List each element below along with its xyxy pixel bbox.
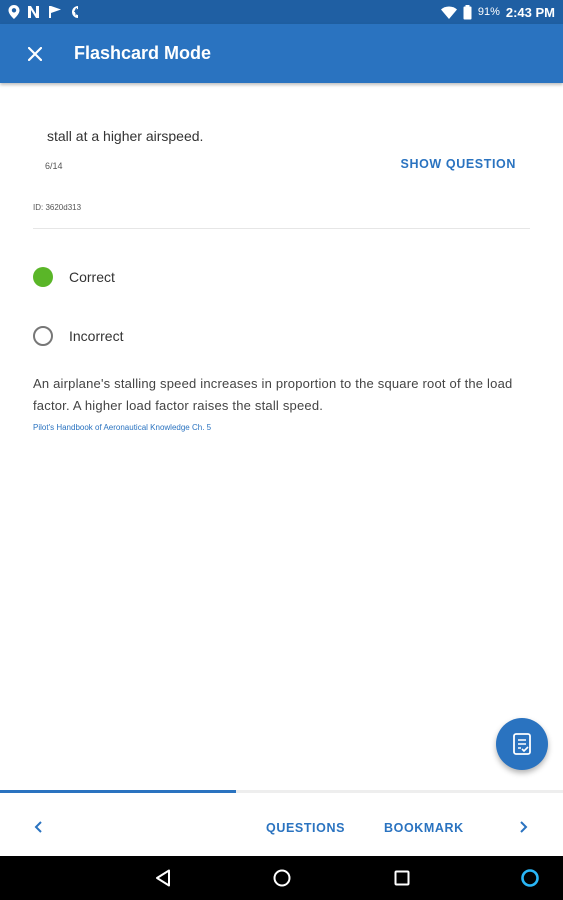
question-counter: 6/14 — [45, 161, 63, 171]
notification-icons — [8, 5, 81, 19]
clock: 2:43 PM — [505, 4, 555, 20]
option-incorrect[interactable]: Incorrect — [33, 326, 123, 346]
n-notification-icon — [28, 6, 39, 18]
radio-selected-icon — [33, 267, 53, 287]
checklist-icon — [513, 733, 531, 755]
progress-track — [0, 790, 563, 793]
option-label: Incorrect — [69, 328, 124, 344]
assistant-button[interactable] — [518, 866, 542, 890]
back-icon — [156, 869, 170, 887]
wifi-icon — [440, 6, 457, 19]
next-button[interactable] — [512, 816, 534, 838]
recents-button[interactable] — [390, 866, 414, 890]
assistant-icon — [521, 869, 539, 887]
home-button[interactable] — [270, 866, 294, 890]
radio-unselected-icon — [33, 326, 53, 346]
battery-icon — [463, 4, 472, 19]
previous-button[interactable] — [28, 816, 50, 838]
home-icon — [273, 869, 291, 887]
close-icon — [28, 46, 42, 61]
progress-fill — [0, 790, 237, 793]
explanation-text: An airplane's stalling speed increases i… — [33, 376, 513, 413]
show-question-button[interactable]: SHOW QUESTION — [401, 157, 516, 171]
app-bar: Flashcard Mode — [0, 24, 563, 83]
reference-link[interactable]: Pilot's Handbook of Aeronautical Knowled… — [33, 423, 211, 432]
question-text: stall at a higher airspeed. — [47, 128, 204, 144]
quick-charge-icon — [72, 6, 78, 18]
back-button[interactable] — [151, 866, 175, 890]
option-correct[interactable]: Correct — [33, 267, 115, 287]
option-label: Correct — [69, 269, 115, 285]
recents-icon — [394, 870, 410, 886]
system-status: 91% 2:43 PM — [440, 4, 555, 20]
system-nav-bar — [0, 856, 563, 900]
flag-notification-icon — [49, 6, 61, 18]
chevron-left-icon — [34, 821, 42, 833]
checklist-fab-button[interactable] — [496, 718, 548, 770]
divider — [33, 228, 530, 229]
page-title: Flashcard Mode — [74, 43, 212, 63]
question-id: ID: 3620d313 — [33, 203, 82, 212]
chevron-right-icon — [520, 821, 528, 833]
location-pin-icon — [8, 5, 20, 19]
battery-percent: 91% — [477, 6, 500, 18]
bookmark-button[interactable]: BOOKMARK — [384, 821, 464, 835]
close-button[interactable] — [0, 24, 70, 83]
status-bar: 91% 2:43 PM — [0, 0, 563, 24]
bottom-navigation: QUESTIONS BOOKMARK — [0, 790, 563, 856]
questions-button[interactable]: QUESTIONS — [266, 821, 345, 835]
